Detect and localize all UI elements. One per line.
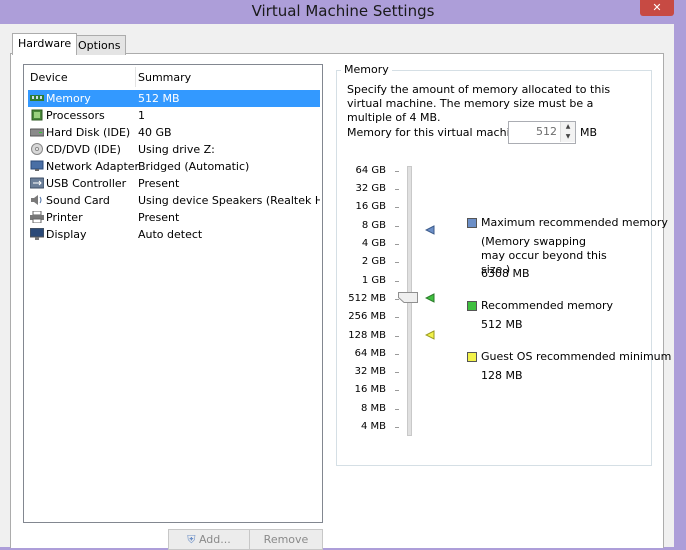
memory-spinner[interactable]: 512 ▲ ▼ bbox=[508, 121, 576, 144]
scale-label: 16 GB bbox=[355, 201, 386, 212]
guest-minimum-label: Guest OS recommended minimum bbox=[481, 350, 672, 363]
guest-minimum-marker-icon bbox=[425, 330, 435, 340]
window-border bbox=[674, 24, 686, 547]
scale-label: 2 GB bbox=[361, 256, 386, 267]
scale-label: 8 MB bbox=[360, 403, 386, 414]
recommended-marker-icon bbox=[425, 293, 435, 303]
sound-card-icon bbox=[31, 195, 42, 205]
device-row-sound-card[interactable]: Sound Card Using device Speakers (Realte… bbox=[28, 192, 320, 209]
scale-tick bbox=[395, 317, 399, 318]
scale-label: 4 GB bbox=[361, 238, 386, 249]
device-name: Memory bbox=[46, 92, 91, 105]
memory-field-label: Memory for this virtual machine: bbox=[347, 126, 528, 139]
hard-disk-icon bbox=[30, 128, 44, 137]
scale-tick bbox=[395, 372, 399, 373]
device-row-printer[interactable]: Printer Present bbox=[28, 209, 320, 226]
network-adapter-icon bbox=[30, 160, 44, 171]
spin-up-button[interactable]: ▲ bbox=[560, 122, 575, 132]
memory-slider-thumb[interactable] bbox=[398, 292, 418, 303]
tab-hardware[interactable]: Hardware bbox=[12, 33, 78, 55]
device-name: CD/DVD (IDE) bbox=[46, 143, 121, 156]
recommended-label: Recommended memory bbox=[481, 299, 614, 312]
scale-tick bbox=[395, 171, 399, 172]
scale-tick bbox=[395, 336, 399, 337]
device-summary: Using drive Z: bbox=[138, 143, 215, 156]
scale-label: 1 GB bbox=[361, 275, 386, 286]
column-header-summary[interactable]: Summary bbox=[138, 71, 191, 84]
scale-tick bbox=[395, 244, 399, 245]
memory-group-label: Memory bbox=[341, 63, 392, 76]
scale-tick bbox=[395, 226, 399, 227]
guest-minimum-value: 128 MB bbox=[481, 369, 523, 382]
memory-input[interactable]: 512 bbox=[509, 125, 557, 138]
device-name: Printer bbox=[46, 211, 83, 224]
usb-icon bbox=[30, 177, 44, 189]
close-icon: ✕ bbox=[652, 1, 662, 14]
scale-tick bbox=[395, 189, 399, 190]
device-summary: Bridged (Automatic) bbox=[138, 160, 250, 173]
memory-icon bbox=[30, 95, 44, 101]
device-row-usb-controller[interactable]: USB Controller Present bbox=[28, 175, 320, 192]
device-summary: Auto detect bbox=[138, 228, 203, 241]
max-recommended-marker-icon bbox=[425, 225, 435, 235]
guest-minimum-swatch bbox=[467, 352, 477, 362]
column-divider[interactable] bbox=[135, 67, 136, 87]
tab-options[interactable]: Options bbox=[72, 35, 127, 55]
scale-label: 64 GB bbox=[355, 165, 386, 176]
close-button[interactable]: ✕ bbox=[640, 0, 674, 16]
scale-tick bbox=[395, 207, 399, 208]
scale-tick bbox=[395, 427, 399, 428]
device-name: USB Controller bbox=[46, 177, 127, 190]
device-summary: 512 MB bbox=[138, 92, 180, 105]
cd-dvd-icon bbox=[31, 143, 43, 155]
scale-label: 32 MB bbox=[354, 366, 386, 377]
max-recommended-value: 6308 MB bbox=[481, 267, 530, 280]
scale-tick bbox=[395, 262, 399, 263]
spin-down-button[interactable]: ▼ bbox=[560, 132, 575, 142]
device-name: Hard Disk (IDE) bbox=[46, 126, 131, 139]
device-row-display[interactable]: Display Auto detect bbox=[28, 226, 320, 243]
memory-unit: MB bbox=[580, 126, 598, 139]
device-summary: 40 GB bbox=[138, 126, 172, 139]
printer-icon bbox=[30, 211, 44, 223]
device-name: Network Adapter bbox=[46, 160, 140, 173]
add-button-label: Add... bbox=[198, 533, 231, 546]
device-summary: Present bbox=[138, 177, 180, 190]
max-recommended-label: Maximum recommended memory bbox=[481, 216, 668, 229]
device-row-memory[interactable]: Memory 512 MB bbox=[28, 90, 320, 107]
processor-icon bbox=[31, 109, 43, 121]
scale-label: 16 MB bbox=[354, 384, 386, 395]
max-recommended-swatch bbox=[467, 218, 477, 228]
device-row-processors[interactable]: Processors 1 bbox=[28, 107, 320, 124]
scale-label: 64 MB bbox=[354, 348, 386, 359]
recommended-value: 512 MB bbox=[481, 318, 523, 331]
device-list[interactable]: Device Summary Memory 512 MB Processors … bbox=[23, 64, 323, 523]
device-summary: Using device Speakers (Realtek Hi... bbox=[138, 194, 320, 207]
device-row-network-adapter[interactable]: Network Adapter Bridged (Automatic) bbox=[28, 158, 320, 175]
window-title: Virtual Machine Settings bbox=[251, 2, 435, 20]
scale-label: 128 MB bbox=[348, 330, 386, 341]
scale-tick bbox=[395, 390, 399, 391]
scale-label: 8 GB bbox=[361, 220, 386, 231]
scale-tick bbox=[395, 354, 399, 355]
device-row-cd-dvd[interactable]: CD/DVD (IDE) Using drive Z: bbox=[28, 141, 320, 158]
device-name: Display bbox=[46, 228, 87, 241]
title-bar: Virtual Machine Settings ✕ bbox=[0, 0, 686, 24]
display-icon bbox=[30, 228, 44, 240]
scale-label: 4 MB bbox=[360, 421, 386, 432]
scale-tick bbox=[395, 409, 399, 410]
scale-label: 512 MB bbox=[348, 293, 386, 304]
device-name: Sound Card bbox=[46, 194, 110, 207]
scale-label: 256 MB bbox=[348, 311, 386, 322]
scale-label: 32 GB bbox=[355, 183, 386, 194]
recommended-swatch bbox=[467, 301, 477, 311]
device-name: Processors bbox=[46, 109, 105, 122]
device-summary: Present bbox=[138, 211, 180, 224]
memory-description: Specify the amount of memory allocated t… bbox=[347, 83, 611, 124]
shield-icon: ⛨ bbox=[187, 533, 196, 546]
column-header-device[interactable]: Device bbox=[30, 71, 68, 84]
scale-tick bbox=[395, 281, 399, 282]
device-row-hard-disk[interactable]: Hard Disk (IDE) 40 GB bbox=[28, 124, 320, 141]
device-summary: 1 bbox=[138, 109, 145, 122]
